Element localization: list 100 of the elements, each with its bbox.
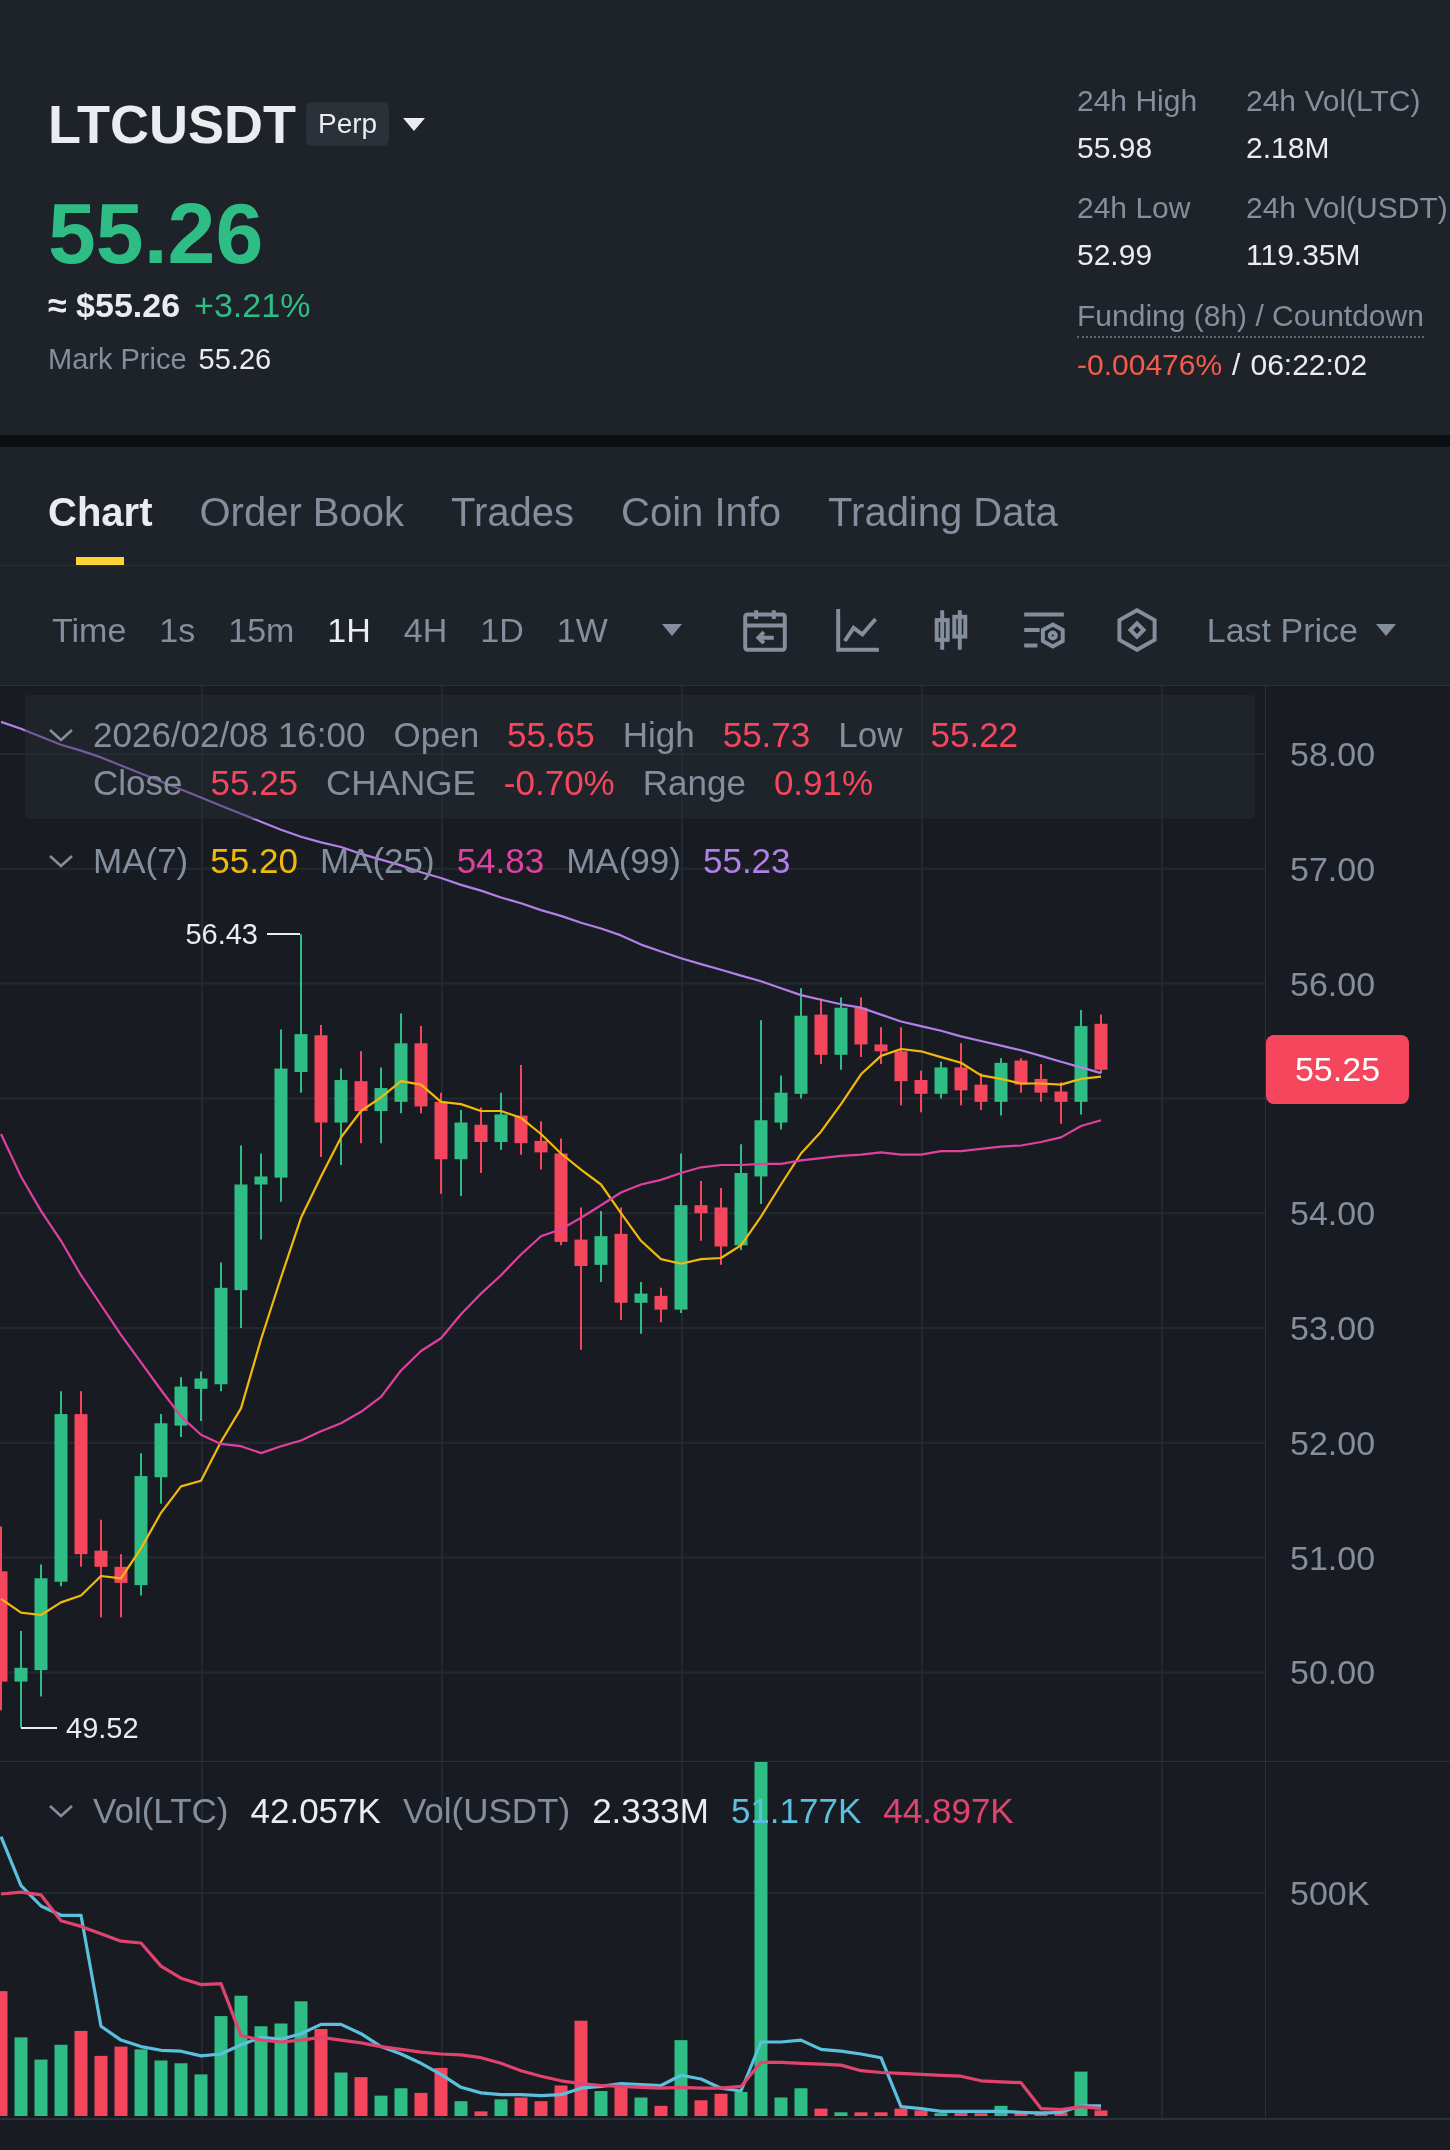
candle bbox=[1014, 1057, 1028, 1094]
legend-value: 55.23 bbox=[702, 841, 791, 881]
volume-bar bbox=[454, 2101, 468, 2116]
price-axis-label: 58.00 bbox=[1290, 734, 1376, 774]
volume-bar bbox=[514, 2097, 528, 2116]
candle bbox=[1094, 1013, 1108, 1075]
candle bbox=[994, 1057, 1008, 1117]
current-price-tag: 55.25 bbox=[1266, 1035, 1409, 1104]
volume-bar bbox=[1034, 2111, 1048, 2116]
interval-option[interactable]: Time bbox=[52, 609, 127, 650]
caret-icon[interactable] bbox=[403, 117, 426, 131]
high-price-label: 56.43 bbox=[185, 917, 258, 953]
volume-bar bbox=[94, 2055, 108, 2116]
stat-label: 24h Low bbox=[1077, 190, 1191, 226]
candle bbox=[494, 1091, 508, 1152]
candle bbox=[974, 1072, 988, 1111]
legend-value: 44.897K bbox=[883, 1791, 1014, 1831]
legend-value: 2.333M bbox=[592, 1791, 709, 1831]
stat-label: 24h Vol(USDT) bbox=[1246, 190, 1448, 226]
candle bbox=[1054, 1081, 1068, 1125]
volume-bar bbox=[114, 2046, 128, 2116]
usd-price: ≈ $55.26 bbox=[48, 285, 181, 325]
interval-option[interactable]: 4H bbox=[403, 609, 448, 650]
leader-line bbox=[267, 933, 300, 936]
volume-bar bbox=[834, 2112, 848, 2116]
volume-bar bbox=[354, 2077, 368, 2116]
interval-option[interactable]: 1s bbox=[159, 609, 196, 650]
volume-bar bbox=[994, 2105, 1008, 2116]
volume-bar bbox=[154, 2060, 168, 2116]
line-chart-icon[interactable] bbox=[835, 607, 880, 652]
price-axis-label: 50.00 bbox=[1290, 1652, 1376, 1693]
candle-date: 2026/02/08 16:00 bbox=[93, 714, 366, 756]
legend-value: 54.83 bbox=[456, 841, 545, 881]
funding-rate: -0.00476% bbox=[1077, 347, 1223, 383]
candle bbox=[694, 1180, 708, 1242]
volume-bar bbox=[654, 2105, 668, 2116]
volume-bar bbox=[134, 2049, 148, 2116]
candle bbox=[934, 1060, 948, 1100]
volume-bar bbox=[794, 2088, 808, 2116]
chevron-down-icon[interactable] bbox=[48, 1803, 74, 1819]
legend-label: Low bbox=[838, 714, 903, 756]
candle bbox=[194, 1370, 208, 1422]
legend-label: Close bbox=[93, 762, 183, 804]
volume-bar bbox=[494, 2099, 508, 2116]
low-price-label: 49.52 bbox=[66, 1710, 139, 1746]
volume-bar bbox=[774, 2097, 788, 2116]
volume-bar bbox=[714, 2093, 728, 2116]
tab[interactable]: Trades bbox=[451, 447, 574, 565]
price-axis-label: 52.00 bbox=[1290, 1422, 1376, 1463]
last-price: 55.26 bbox=[48, 188, 264, 278]
volume-bar bbox=[1074, 2071, 1088, 2116]
legend-label: High bbox=[622, 714, 695, 756]
chevron-down-icon[interactable] bbox=[48, 728, 74, 743]
price-type-dropdown[interactable]: Last Price bbox=[1206, 609, 1396, 650]
legend-label: Vol(LTC) bbox=[93, 1791, 229, 1831]
hexagon-icon[interactable] bbox=[1114, 607, 1159, 652]
volume-bar bbox=[734, 2091, 748, 2116]
volume-bar bbox=[34, 2059, 48, 2116]
tab[interactable]: Chart bbox=[48, 447, 153, 565]
volume-bar bbox=[814, 2108, 828, 2116]
volume-bar bbox=[414, 2092, 428, 2116]
volume-bar bbox=[1094, 2110, 1108, 2116]
tab[interactable]: Order Book bbox=[199, 447, 404, 565]
volume-bar bbox=[634, 2097, 648, 2116]
candle bbox=[954, 1042, 968, 1107]
leader-line bbox=[21, 1726, 57, 1729]
candle bbox=[774, 1074, 788, 1131]
legend-label: Range bbox=[642, 762, 746, 804]
candle bbox=[114, 1553, 128, 1619]
legend-value: 55.73 bbox=[722, 714, 811, 756]
mark-price-label: Mark Price bbox=[48, 342, 187, 377]
volume-bar bbox=[474, 2111, 488, 2116]
interval-option[interactable]: 1H bbox=[327, 609, 371, 650]
price-axis-label: 53.00 bbox=[1290, 1307, 1376, 1348]
legend-value: 0.91% bbox=[773, 762, 874, 804]
volume-bar bbox=[1054, 2112, 1068, 2116]
tab[interactable]: Trading Data bbox=[828, 447, 1058, 565]
volume-bar bbox=[394, 2088, 408, 2116]
candle bbox=[534, 1120, 548, 1171]
price-axis-label: 54.00 bbox=[1290, 1193, 1376, 1234]
legend-value: 55.25 bbox=[210, 762, 299, 804]
legend-label: MA(7) bbox=[93, 841, 189, 881]
stat-value: 52.99 bbox=[1077, 237, 1153, 273]
price-axis-label: 56.00 bbox=[1290, 963, 1376, 1004]
symbol-title[interactable]: LTCUSDT bbox=[48, 92, 296, 156]
volume-bar bbox=[594, 2091, 608, 2116]
funding-label: Funding (8h) / Countdown bbox=[1077, 298, 1424, 338]
legend-value: 42.057K bbox=[250, 1791, 381, 1831]
chevron-down-icon[interactable] bbox=[48, 853, 74, 869]
legend-value: 55.22 bbox=[930, 714, 1019, 756]
tab[interactable]: Coin Info bbox=[621, 447, 782, 565]
legend-value: -0.70% bbox=[503, 762, 615, 804]
volume-bar bbox=[874, 2112, 888, 2116]
calendar-icon[interactable] bbox=[742, 607, 787, 652]
candle bbox=[874, 1026, 888, 1065]
interval-option[interactable]: 15m bbox=[228, 609, 295, 650]
interval-option[interactable]: 1W bbox=[556, 609, 608, 650]
interval-option[interactable]: 1D bbox=[480, 609, 524, 650]
candle bbox=[914, 1069, 928, 1114]
volume-bar bbox=[934, 2113, 948, 2116]
